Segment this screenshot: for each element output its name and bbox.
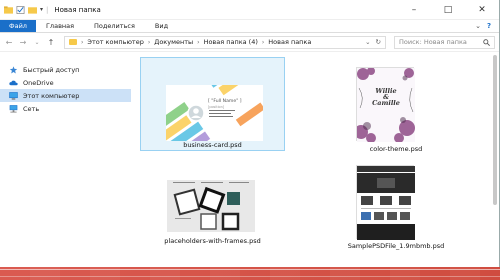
file-item-placeholders-with-frames[interactable]: placeholders-with-frames.psd [140,171,285,251]
file-item-samplepsdfile[interactable]: SamplePSDFile_1.9mbmb.psd [331,157,461,251]
star-icon [9,65,18,73]
scrollbar-thumb[interactable] [493,55,497,205]
sidebar-item-onedrive[interactable]: OneDrive [0,76,131,89]
file-view: [ "Full Name" ] [position] business-card… [131,53,499,267]
minimize-button[interactable]: – [397,0,431,20]
sidebar-item-label: Этот компьютер [23,91,80,100]
card-position: [position] [208,105,225,109]
address-bar[interactable]: › Этот компьютер › Документы › Новая пап… [64,35,386,49]
business-card-artwork [166,85,263,141]
website-mockup-artwork [357,166,415,240]
maximize-button[interactable]: □ [431,0,465,20]
file-name: business-card.psd [183,141,242,149]
tab-view[interactable]: Вид [145,20,178,32]
tab-file[interactable]: Файл [0,20,36,32]
cloud-icon [9,80,18,85]
expand-ribbon-button[interactable]: ⌄ [475,22,481,30]
title-bar: ▾ | Новая папка – □ ✕ [0,0,499,20]
refresh-button[interactable]: ↻ [376,38,381,46]
help-button[interactable]: ? [487,22,491,30]
file-item-business-card[interactable]: [ "Full Name" ] [position] business-card… [140,57,285,151]
ribbon-tabs: Файл Главная Поделиться Вид ⌄ ? [0,20,499,33]
breadcrumb-this-pc[interactable]: Этот компьютер [87,38,143,46]
sidebar-item-this-pc[interactable]: Этот компьютер [0,89,131,102]
sidebar-item-quick-access[interactable]: Быстрый доступ [0,63,131,76]
forward-button[interactable]: → [18,38,28,47]
file-name: SamplePSDFile_1.9mbmb.psd [347,242,445,250]
navigation-bar: ← → ⌄ ↑ › Этот компьютер › Документы › Н… [0,33,499,52]
sidebar-item-label: OneDrive [23,78,54,87]
navigation-pane: Быстрый доступ OneDrive Этот компьютер С… [0,53,131,267]
folder-icon [69,39,77,45]
computer-icon [9,91,18,100]
window-title: Новая папка [54,5,101,14]
network-icon [9,104,18,113]
thumbnail-color-theme: Willie & Camille [354,67,415,143]
address-dropdown-button[interactable]: ⌄ [365,38,370,46]
card-full-name: [ "Full Name" ] [208,99,242,104]
sidebar-item-label: Быстрый доступ [23,65,80,74]
vertical-scrollbar[interactable] [491,53,497,267]
recent-locations-button[interactable]: ⌄ [32,39,42,46]
new-folder-icon[interactable] [28,6,37,14]
thumbnail-samplepsd [356,165,415,240]
properties-icon[interactable] [16,5,25,14]
up-button[interactable]: ↑ [46,38,56,47]
search-placeholder: Поиск: Новая папка [399,38,467,46]
sidebar-item-label: Сеть [23,104,40,113]
chevron-right-icon: › [197,38,200,46]
close-button[interactable]: ✕ [465,0,499,20]
breadcrumb-new-folder[interactable]: Новая папка [268,38,311,46]
file-item-color-theme[interactable]: Willie & Camille color-theme.psd [331,57,461,153]
tab-share[interactable]: Поделиться [84,20,145,32]
file-name: placeholders-with-frames.psd [164,237,261,245]
breadcrumb-documents[interactable]: Документы [154,38,193,46]
quick-access-dropdown[interactable]: ▾ [40,6,43,13]
thumbnail-business-card: [ "Full Name" ] [position] [166,85,263,141]
sidebar-item-network[interactable]: Сеть [0,102,131,115]
breadcrumb-new-folder-4[interactable]: Новая папка (4) [204,38,258,46]
search-icon [483,38,490,46]
back-button[interactable]: ← [4,38,14,47]
explorer-window: ▾ | Новая папка – □ ✕ Файл Главная Подел… [0,0,500,267]
file-name: color-theme.psd [369,145,423,153]
script-text: Willie & Camille [372,87,400,107]
search-input[interactable]: Поиск: Новая папка [394,35,495,49]
chevron-right-icon: › [81,38,84,46]
chevron-right-icon: › [261,38,265,46]
thumbnail-placeholders [167,180,255,232]
frames-artwork [167,180,255,232]
tab-home[interactable]: Главная [36,20,84,32]
folder-icon [4,5,13,14]
title-separator: | [46,5,49,14]
chevron-right-icon: › [147,38,151,46]
